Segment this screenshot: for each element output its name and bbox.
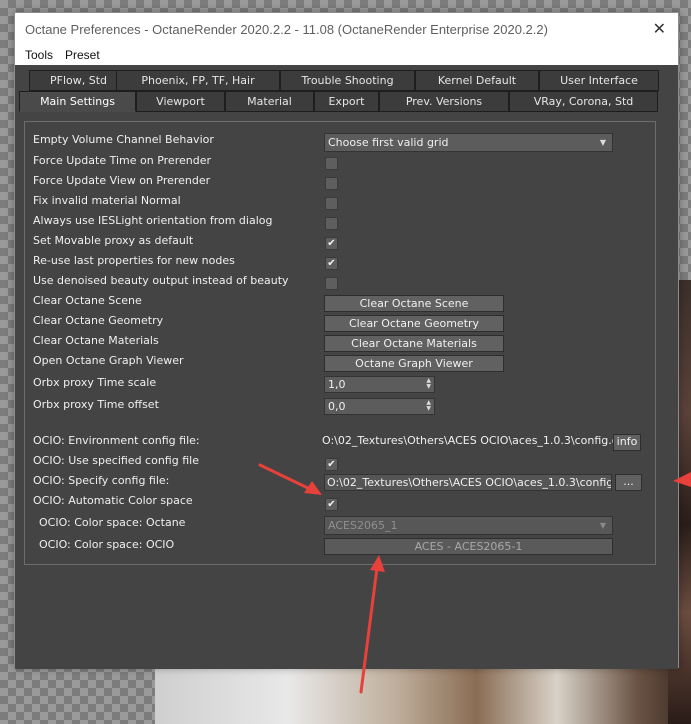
- annotation-arrows: [258, 463, 691, 694]
- arrow-to-color-ocio: [359, 566, 379, 694]
- arrow-head-color-ocio: [370, 555, 385, 572]
- arrow-to-auto-color: [258, 463, 314, 492]
- arrow-head-config-path: [673, 472, 691, 487]
